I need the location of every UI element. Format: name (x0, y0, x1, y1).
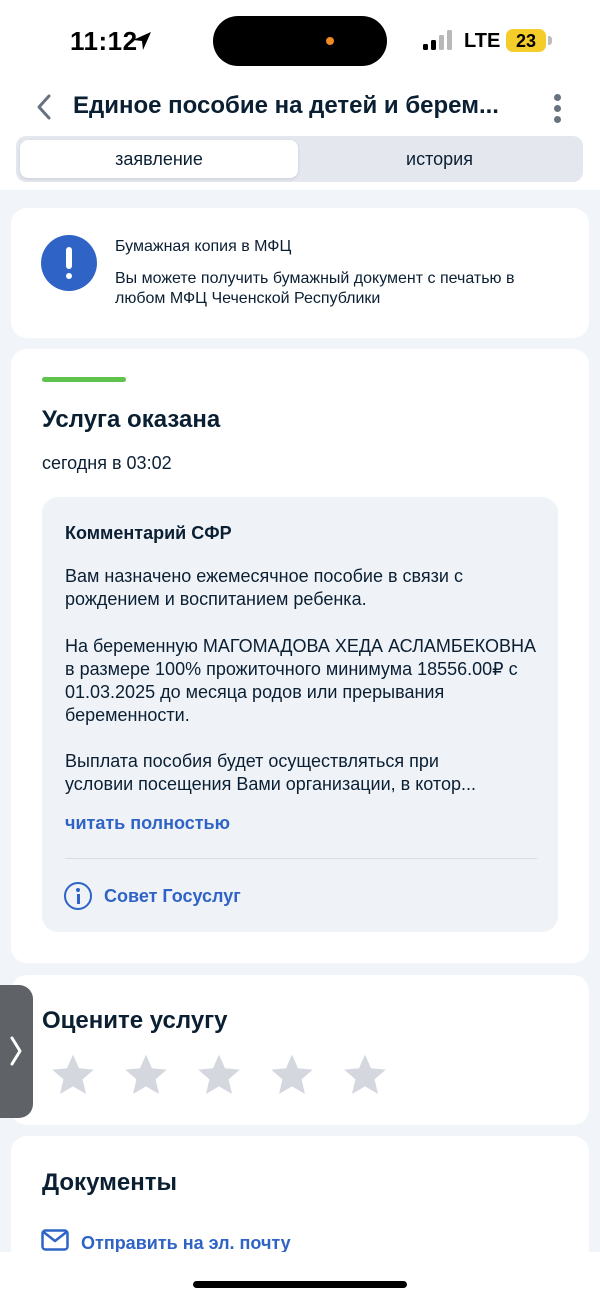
tabs-container: заявление история (0, 134, 600, 190)
comment-line: условии посещения Вами организации, в ко… (65, 774, 476, 794)
star-icon[interactable] (341, 1051, 389, 1099)
gosuslugi-tip-link[interactable]: Совет Госуслуг (104, 886, 241, 907)
exclamation-icon (41, 235, 97, 291)
documents-title: Документы (42, 1169, 177, 1196)
star-icon[interactable] (195, 1051, 243, 1099)
send-email-link[interactable]: Отправить на эл. почту (81, 1233, 291, 1254)
read-more-link[interactable]: читать полностью (65, 813, 230, 834)
star-icon[interactable] (268, 1051, 316, 1099)
battery-level: 23 (515, 31, 537, 51)
more-vertical-icon[interactable] (548, 92, 568, 126)
bottom-bar (0, 1252, 600, 1300)
comment-line: Выплата пособия будет осуществляться при (65, 751, 439, 771)
page-title: Единое пособие на детей и берем... (73, 92, 499, 119)
rating-card: Оцените услугу (11, 975, 589, 1125)
segmented-control: заявление история (16, 136, 583, 182)
status-time: 11:12 (70, 26, 138, 56)
comment-paragraph: Вам назначено ежемесячное пособие в связ… (65, 566, 463, 609)
network-type: LTE (464, 30, 501, 52)
service-status-card: Услуга оказана сегодня в 03:02 Комментар… (11, 349, 589, 963)
comment-paragraph: На беременную МАГОМАДОВА ХЕДА АСЛАМБЕКОВ… (65, 636, 537, 725)
chevron-right-icon (10, 1036, 22, 1066)
status-timestamp: сегодня в 03:02 (42, 453, 172, 473)
mfc-card-text: Вы можете получить бумажный документ с п… (115, 270, 515, 307)
rating-title: Оцените услугу (42, 1007, 228, 1034)
divider (65, 858, 537, 859)
mail-icon[interactable] (41, 1229, 69, 1251)
comment-paragraph-truncated: Выплата пособия будет осуществляться при… (65, 750, 545, 796)
chevron-left-icon[interactable] (30, 92, 60, 122)
status-bar: 11:12 LTE 23 (0, 0, 600, 82)
status-indicator-bar (42, 377, 126, 382)
signal-icon (423, 30, 455, 50)
side-panel-handle[interactable] (0, 985, 33, 1118)
star-icon[interactable] (49, 1051, 97, 1099)
info-icon[interactable] (64, 882, 92, 910)
comment-title: Комментарий СФР (65, 523, 232, 543)
sfr-comment-box: Комментарий СФР Вам назначено ежемесячно… (42, 497, 558, 932)
home-indicator[interactable] (193, 1281, 407, 1288)
star-icon[interactable] (122, 1051, 170, 1099)
dynamic-island (213, 16, 387, 66)
mfc-card-title: Бумажная копия в МФЦ (115, 238, 292, 255)
battery-icon: 23 (506, 29, 546, 52)
status-title: Услуга оказана (42, 406, 221, 433)
mfc-paper-copy-card[interactable]: Бумажная копия в МФЦ Вы можете получить … (11, 208, 589, 338)
tab-history[interactable]: история (300, 140, 579, 178)
tab-application[interactable]: заявление (20, 140, 298, 178)
location-arrow-icon (133, 32, 151, 50)
camera-indicator-dot (326, 37, 334, 45)
app-header: Единое пособие на детей и берем... (0, 82, 600, 134)
battery-tip (548, 36, 552, 45)
